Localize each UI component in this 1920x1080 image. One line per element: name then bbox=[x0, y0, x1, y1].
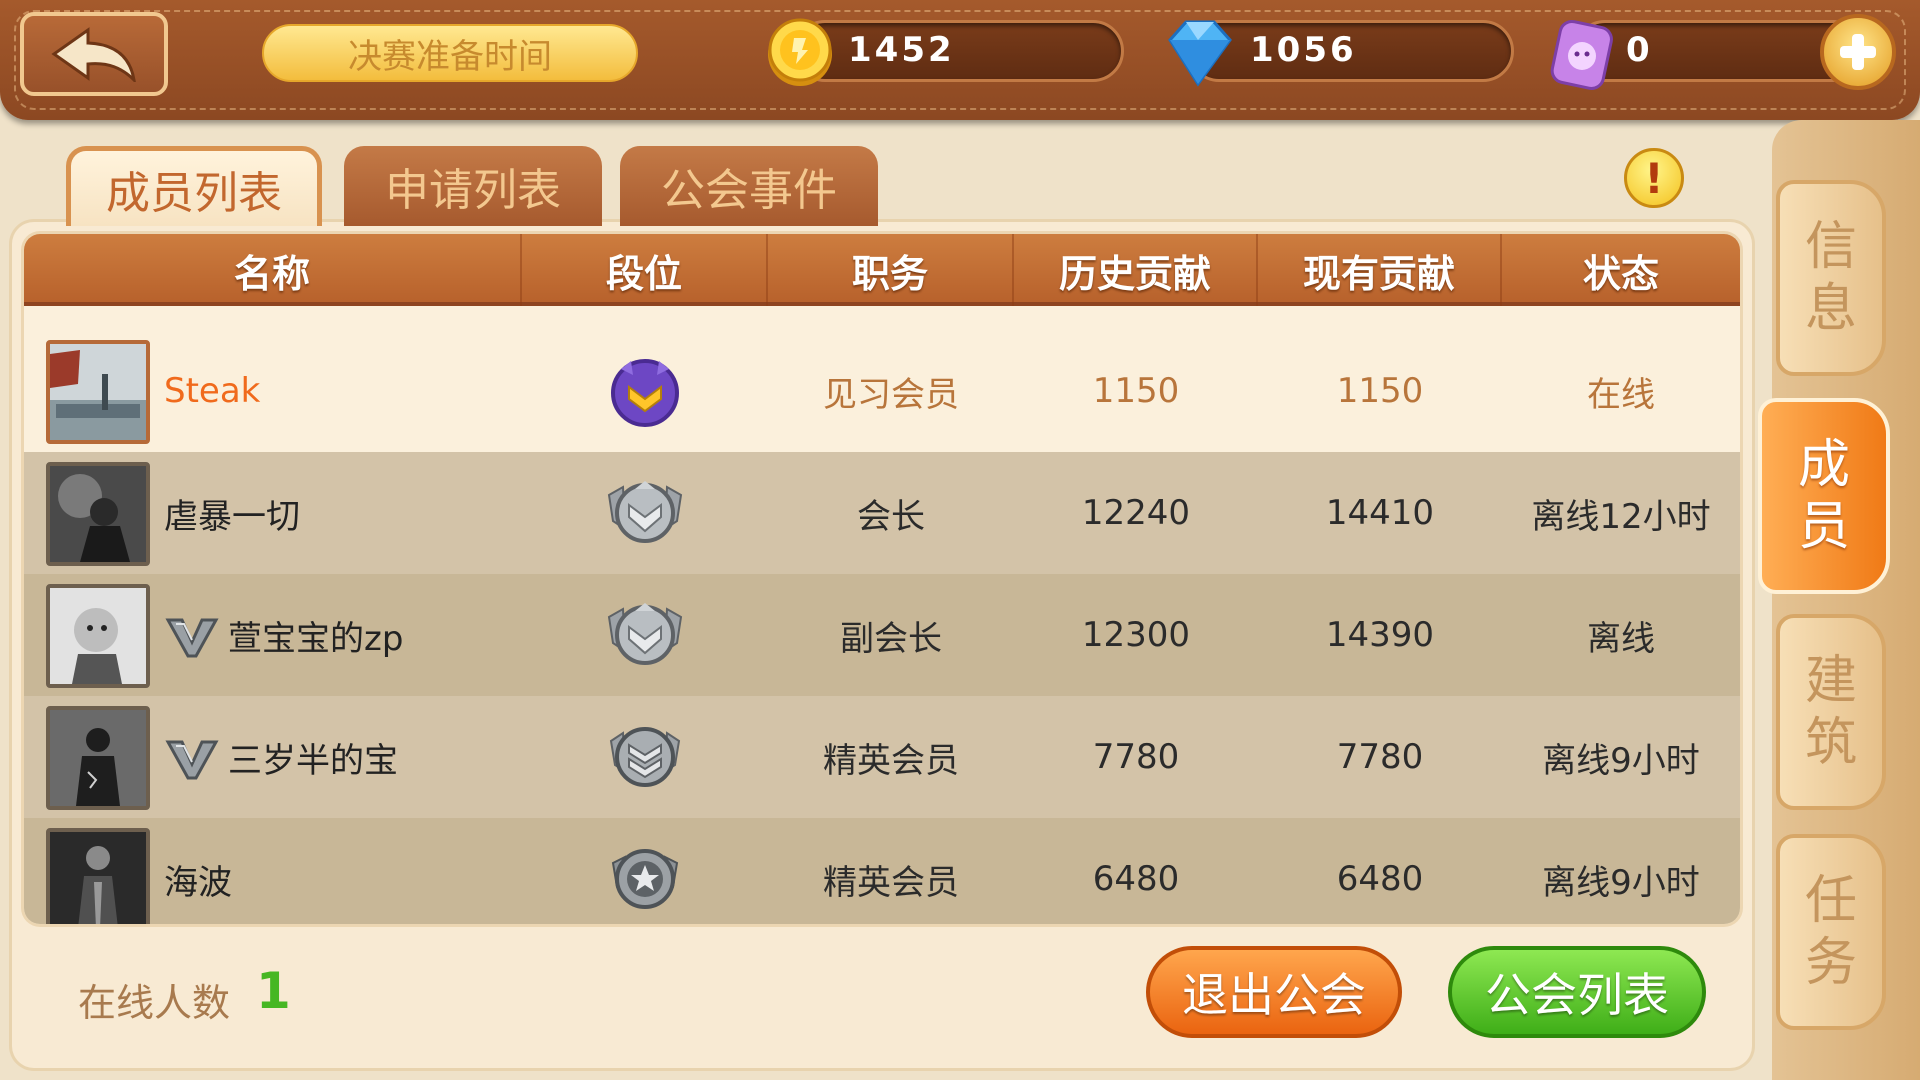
avatar bbox=[46, 706, 150, 810]
plus-icon bbox=[1840, 34, 1876, 70]
column-header-role: 职务 bbox=[768, 234, 1014, 306]
member-name: 海波 bbox=[164, 862, 232, 903]
status-cell: 离线 bbox=[1587, 618, 1655, 659]
role-cell: 见习会员 bbox=[823, 374, 959, 415]
quit-guild-button[interactable]: 退出公会 bbox=[1146, 946, 1402, 1038]
avatar bbox=[46, 340, 150, 444]
side-tab-members[interactable]: 成 员 bbox=[1758, 398, 1890, 594]
back-arrow-icon bbox=[51, 27, 136, 82]
member-name: 虐暴一切 bbox=[164, 496, 300, 537]
member-name: 三岁半的宝 bbox=[164, 696, 398, 818]
column-header-status: 状态 bbox=[1582, 251, 1659, 296]
tab-apply-list[interactable]: 申请列表 bbox=[344, 146, 602, 226]
role-cell: 副会长 bbox=[840, 618, 942, 659]
history-contribution-cell: 12300 bbox=[1081, 615, 1191, 655]
table-row[interactable]: 海波 精英会员 6480 6480 离线9小时 bbox=[24, 818, 1740, 924]
current-contribution-cell: 6480 bbox=[1336, 859, 1424, 899]
tab-member-list-label: 成员列表 bbox=[106, 167, 282, 219]
silver-chevron-rank-icon bbox=[609, 727, 681, 787]
status-cell: 在线 bbox=[1587, 374, 1655, 415]
diamond-icon bbox=[1168, 20, 1232, 87]
diamond-value: 1056 bbox=[1250, 30, 1357, 70]
avatar bbox=[46, 584, 150, 688]
column-header-rank: 段位 bbox=[522, 234, 768, 306]
tab-member-list[interactable]: 成员列表 bbox=[66, 146, 322, 226]
role-cell: 精英会员 bbox=[823, 862, 959, 903]
tab-guild-events-label: 公会事件 bbox=[661, 165, 837, 216]
avatar bbox=[46, 828, 150, 924]
gold-coin-icon bbox=[768, 18, 832, 86]
gold-counter: 1452 bbox=[764, 16, 1124, 86]
pink-ticket-icon bbox=[1550, 19, 1613, 90]
final-prep-time-button[interactable]: 决赛准备时间 bbox=[262, 24, 638, 82]
column-header-current-contribution: 现有贡献 bbox=[1258, 234, 1502, 306]
status-cell: 离线9小时 bbox=[1542, 740, 1700, 781]
silver-wing-rank-icon bbox=[607, 603, 683, 665]
diamond-counter: 1056 bbox=[1158, 16, 1514, 87]
ticket-counter: 0 bbox=[1544, 16, 1864, 90]
rank-cell bbox=[522, 818, 768, 924]
guild-list-button[interactable]: 公会列表 bbox=[1448, 946, 1706, 1038]
history-contribution-cell: 12240 bbox=[1081, 493, 1191, 533]
history-contribution-cell: 6480 bbox=[1092, 859, 1180, 899]
tab-guild-events[interactable]: 公会事件 bbox=[620, 146, 878, 226]
table-header: 名称 段位 职务 历史贡献 现有贡献 状态 bbox=[24, 234, 1740, 306]
online-count-label: 在线人数 bbox=[78, 981, 231, 1025]
silver-wing-rank-icon bbox=[607, 481, 683, 543]
add-currency-button[interactable] bbox=[1820, 14, 1896, 90]
history-contribution-cell: 1150 bbox=[1092, 371, 1180, 411]
online-count-value: 1 bbox=[256, 962, 291, 1020]
guild-list-label: 公会列表 bbox=[1485, 968, 1669, 1022]
avatar bbox=[46, 462, 150, 566]
purple-rank-icon bbox=[611, 359, 679, 427]
history-contribution-cell: 7780 bbox=[1092, 737, 1180, 777]
column-header-history-contribution: 历史贡献 bbox=[1014, 234, 1258, 306]
tab-apply-list-label: 申请列表 bbox=[385, 165, 561, 216]
role-cell: 精英会员 bbox=[823, 740, 959, 781]
final-prep-time-label: 决赛准备时间 bbox=[348, 36, 552, 77]
table-row[interactable]: 虐暴一切 会长 12240 14410 离线12小时 bbox=[24, 452, 1740, 574]
rank-cell bbox=[522, 330, 768, 452]
vip-v-icon bbox=[165, 740, 219, 780]
current-contribution-cell: 14390 bbox=[1325, 615, 1435, 655]
table-row[interactable]: Steak 见习会员 1150 1150 在线 bbox=[24, 330, 1740, 452]
current-contribution-cell: 1150 bbox=[1336, 371, 1424, 411]
column-header-name: 名称 bbox=[24, 234, 522, 306]
back-button[interactable] bbox=[20, 12, 168, 96]
role-cell: 会长 bbox=[857, 496, 925, 537]
rank-cell bbox=[522, 696, 768, 818]
status-cell: 离线12小时 bbox=[1531, 496, 1711, 537]
rank-cell bbox=[522, 452, 768, 574]
table-row[interactable]: 三岁半的宝 精英会员 7780 7780 离线9小时 bbox=[24, 696, 1740, 818]
member-table: 名称 段位 职务 历史贡献 现有贡献 状态 Steak 见习会员 1150 11… bbox=[24, 234, 1740, 924]
table-row[interactable]: 萱宝宝的zp 副会长 12300 14390 离线 bbox=[24, 574, 1740, 696]
warning-info-icon[interactable]: ! bbox=[1624, 148, 1684, 208]
side-tab-buildings[interactable]: 建 筑 bbox=[1776, 614, 1886, 810]
rank-cell bbox=[522, 574, 768, 696]
current-contribution-cell: 7780 bbox=[1336, 737, 1424, 777]
vip-v-icon bbox=[165, 618, 219, 658]
gold-value: 1452 bbox=[848, 30, 955, 70]
silver-star-rank-icon bbox=[611, 849, 679, 909]
side-tab-info[interactable]: 信 息 bbox=[1776, 180, 1886, 376]
member-name: Steak bbox=[164, 371, 261, 411]
ticket-value: 0 bbox=[1626, 30, 1653, 70]
status-cell: 离线9小时 bbox=[1542, 862, 1700, 903]
side-tab-tasks[interactable]: 任 务 bbox=[1776, 834, 1886, 1030]
current-contribution-cell: 14410 bbox=[1325, 493, 1435, 533]
member-name: 萱宝宝的zp bbox=[164, 574, 403, 696]
quit-guild-label: 退出公会 bbox=[1182, 968, 1366, 1022]
